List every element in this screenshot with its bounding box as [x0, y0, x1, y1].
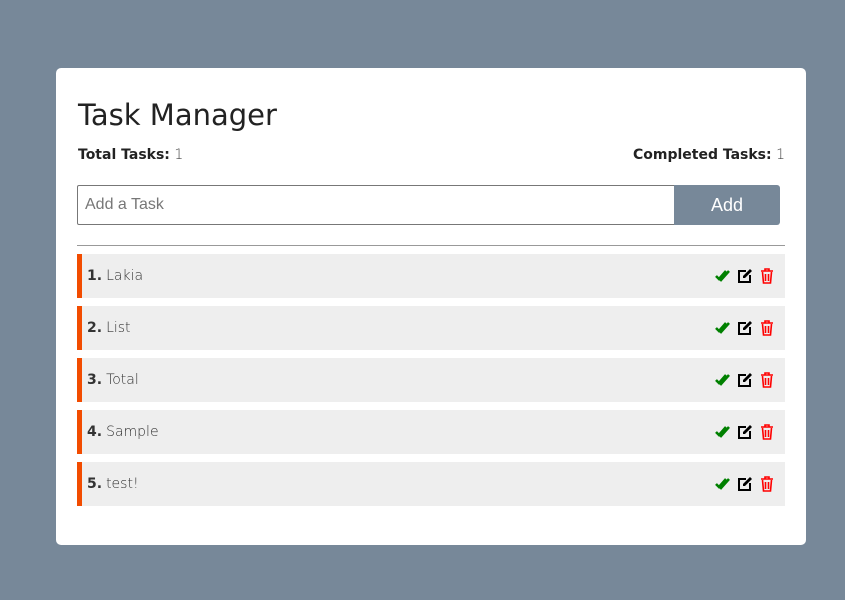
task-item: 1. Lakia	[77, 254, 785, 298]
edit-icon[interactable]	[737, 268, 753, 284]
task-item: 4. Sample	[77, 410, 785, 454]
double-check-icon[interactable]	[715, 372, 731, 388]
task-input[interactable]	[77, 185, 678, 225]
trash-icon[interactable]	[759, 320, 775, 336]
task-text: Lakia	[106, 268, 144, 284]
task-number: 5.	[87, 476, 103, 492]
edit-icon[interactable]	[737, 424, 753, 440]
task-text: List	[106, 320, 131, 336]
trash-icon[interactable]	[759, 476, 775, 492]
task-number: 3.	[87, 372, 103, 388]
task-number: 2.	[87, 320, 103, 336]
completed-tasks: Completed Tasks: 1	[632, 147, 785, 163]
double-check-icon[interactable]	[715, 424, 731, 440]
task-item: 3. Total	[77, 358, 785, 402]
add-button[interactable]: Add	[674, 185, 780, 225]
double-check-icon[interactable]	[715, 476, 731, 492]
edit-icon[interactable]	[737, 320, 753, 336]
double-check-icon[interactable]	[715, 320, 731, 336]
task-text: Total	[106, 372, 139, 388]
task-list: 1. Lakia 2. List 3. Total 4. Sample 5. test!	[77, 254, 785, 514]
trash-icon[interactable]	[759, 424, 775, 440]
task-number: 4.	[87, 424, 103, 440]
task-number: 1.	[87, 268, 103, 284]
task-item: 5. test!	[77, 462, 785, 506]
task-text: test!	[106, 476, 139, 492]
trash-icon[interactable]	[759, 372, 775, 388]
double-check-icon[interactable]	[715, 268, 731, 284]
edit-icon[interactable]	[737, 476, 753, 492]
edit-icon[interactable]	[737, 372, 753, 388]
page-title: Task Manager	[78, 98, 277, 132]
task-manager-card: Task Manager Total Tasks: 1 Completed Ta…	[56, 68, 806, 545]
divider	[77, 245, 785, 246]
task-text: Sample	[106, 424, 159, 440]
task-item: 2. List	[77, 306, 785, 350]
total-tasks: Total Tasks: 1	[78, 147, 184, 163]
trash-icon[interactable]	[759, 268, 775, 284]
